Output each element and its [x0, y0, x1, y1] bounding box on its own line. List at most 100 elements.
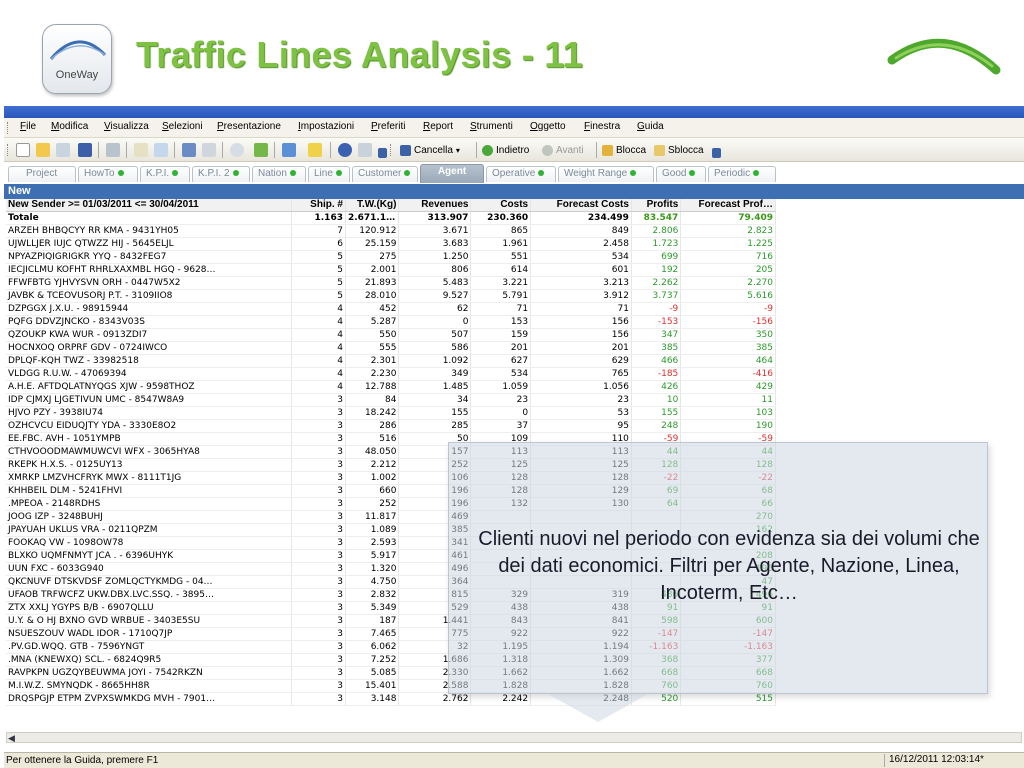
status-help-text: Per ottenere la Guida, premere F1 — [6, 755, 159, 766]
status-dot-icon — [630, 170, 637, 177]
tab-periodic[interactable]: Periodic — [708, 166, 776, 182]
star-icon[interactable] — [308, 143, 322, 157]
indietro-button[interactable]: Indietro — [482, 142, 529, 158]
menu-impostazioni[interactable]: Impostazioni — [298, 121, 354, 132]
table-row[interactable]: A.H.E. AFTDQLATNYQGS XJW - 9598THOZ 4 12.7… — [6, 380, 776, 394]
grid-total-row[interactable]: Totale 1.163 2.671.178 313.907 230.360 234.49… — [6, 211, 776, 225]
redo-icon[interactable] — [202, 143, 216, 157]
cell-name: QKCNUVF DTSKVDSF ZOMLQCTYKMDG - 04… — [6, 575, 293, 589]
table-row[interactable]: UJWLLJER IUJC QTWZZ HIJ - 5645ELJL 6 25.15… — [6, 237, 776, 251]
sheet-tabs: Project HowTo K.P.I. K.P.I. 2 Nation Lin… — [4, 164, 1024, 184]
table-row[interactable]: OZHCVCU EIDUQJTY YDA - 3330E8O2 3 286 285 37… — [6, 419, 776, 433]
table-row[interactable]: QZOUKP KWA WUR - 0913ZDI7 4 550 507 159 156 34… — [6, 328, 776, 342]
menu-finestra[interactable]: Finestra — [584, 121, 620, 132]
table-row[interactable]: JAVBK & TCEOVUSORJ P.T. - 3109IIO8 5 28.01… — [6, 289, 776, 303]
tab-operative[interactable]: Operative — [486, 166, 556, 182]
cell-value: 534 — [530, 250, 632, 264]
tab-weight-range[interactable]: Weight Range — [558, 166, 654, 182]
column-header-name[interactable]: New Sender >= 01/03/2011 <= 30/04/2011 — [6, 199, 293, 212]
edit-icon[interactable] — [134, 143, 148, 157]
tab-line[interactable]: Line — [308, 166, 350, 182]
save-icon[interactable] — [78, 143, 92, 157]
menu-visualizza[interactable]: Visualizza — [104, 121, 149, 132]
menu-strumenti[interactable]: Strumenti — [470, 121, 513, 132]
tab-nation[interactable]: Nation — [252, 166, 306, 182]
chevron-down-icon: ▾ — [455, 145, 460, 155]
table-row[interactable]: PQFG DDVZJNCKO - 8343V03S 4 5.287 0 153 156 -1… — [6, 315, 776, 329]
menu-guida[interactable]: Guida — [637, 121, 664, 132]
table-row[interactable]: FFWFBTG YJHVYSVN ORH - 0447W5X2 5 21.893 5.… — [6, 276, 776, 290]
toolbar-overflow-icon[interactable] — [378, 148, 387, 158]
new-icon[interactable] — [16, 143, 30, 157]
cell-name: DRQSPGJP ETPM ZVPXSWMKDG MVH - 7901… — [6, 692, 293, 706]
cell-value: 699 — [631, 250, 682, 264]
callout-pointer — [548, 694, 648, 722]
cell-value: 230.360 — [470, 211, 532, 225]
tab-project[interactable]: Project — [8, 166, 76, 182]
table-row[interactable]: ARZEH BHBQCYY RR KMA - 9431YH05 7 120.912 3… — [6, 224, 776, 238]
table-row[interactable]: HJVO PZY - 3938IU74 3 18.242 155 0 53 155 103 — [6, 406, 776, 420]
column-header[interactable]: Forecast Prof… — [680, 199, 776, 212]
cell-value: 187 — [345, 614, 400, 628]
cell-value: 15.401 — [345, 679, 400, 693]
menu-report[interactable]: Report — [423, 121, 453, 132]
cell-value: 3 — [291, 432, 346, 446]
toolbar-overflow-icon[interactable] — [712, 148, 721, 158]
undo-icon[interactable] — [182, 143, 196, 157]
table-row[interactable]: IDP CJMXJ LJGETIVUN UMC - 8547W8A9 3 84 34 2… — [6, 393, 776, 407]
table-row[interactable]: IECJICLMU KOFHT RHRLXAXMBL HGQ - 9628… 5 2… — [6, 263, 776, 277]
cell-value: 2.806 — [631, 224, 682, 238]
context-help-icon[interactable] — [358, 143, 372, 157]
scroll-left-icon[interactable]: ◀ — [8, 733, 15, 744]
table-row[interactable]: NPYAZPIQIGRIGKR YYQ - 8432FEG7 5 275 1.250 5… — [6, 250, 776, 264]
copy-icon[interactable] — [154, 143, 168, 157]
column-header[interactable]: Profits — [631, 199, 682, 212]
column-header[interactable]: Revenues — [398, 199, 472, 212]
cell-value: 201 — [470, 341, 532, 355]
tab-kpi[interactable]: K.P.I. — [140, 166, 190, 182]
menu-presentazione[interactable]: Presentazione — [217, 121, 281, 132]
menu-modifica[interactable]: Modifica — [51, 121, 88, 132]
check-icon[interactable] — [254, 143, 268, 157]
cell-value: 286 — [345, 419, 400, 433]
blocca-button[interactable]: Blocca — [602, 142, 646, 158]
status-dot-icon — [689, 170, 696, 177]
cell-name: CTHVOOODMAWMUWCVI WFX - 3065HYA8 — [6, 445, 293, 459]
cell-value: 23 — [470, 393, 532, 407]
cancella-button[interactable]: Cancella ▾ — [400, 142, 460, 158]
menu-preferiti[interactable]: Preferiti — [371, 121, 405, 132]
table-row[interactable]: DZPGGX J.X.U. - 98915944 4 452 62 71 71 -9 -9 — [6, 302, 776, 316]
search-icon[interactable] — [230, 143, 244, 157]
chart-icon[interactable] — [282, 143, 296, 157]
refresh-icon[interactable] — [56, 143, 70, 157]
column-header[interactable]: Ship. # — [291, 199, 346, 212]
column-header[interactable]: Costs — [470, 199, 532, 212]
help-icon[interactable] — [338, 143, 352, 157]
cell-name: XMRKP LMZVHCFRYK MWX - 8111T1JG — [6, 471, 293, 485]
avanti-button[interactable]: Avanti — [542, 142, 584, 158]
tab-customer[interactable]: Customer — [352, 166, 418, 182]
table-row[interactable]: VLDGG R.U.W. - 47069394 4 2.230 349 534 765 -1… — [6, 367, 776, 381]
tab-good[interactable]: Good — [656, 166, 706, 182]
column-header[interactable]: T.W.(Kg) — [345, 199, 400, 212]
tab-kpi-2[interactable]: K.P.I. 2 — [192, 166, 250, 182]
table-row[interactable]: HOCNXOQ ORPRF GDV - 0724IWCO 4 555 586 201 20… — [6, 341, 776, 355]
open-folder-icon[interactable] — [36, 143, 50, 157]
cell-value: 11 — [680, 393, 776, 407]
tab-howto[interactable]: HowTo — [78, 166, 138, 182]
menu-oggetto[interactable]: Oggetto — [530, 121, 566, 132]
menu-selezioni[interactable]: Selezioni — [162, 121, 203, 132]
menu-file[interactable]: File — [20, 121, 36, 132]
cell-value: 627 — [470, 354, 532, 368]
sblocca-button[interactable]: Sblocca — [654, 142, 704, 158]
cell-value: 3 — [291, 523, 346, 537]
horizontal-scrollbar[interactable]: ◀ — [6, 732, 1022, 743]
table-row[interactable]: DRQSPGJP ETPM ZVPXSWMKDG MVH - 7901… 3 3.1… — [6, 692, 776, 706]
tab-agent[interactable]: Agent — [420, 164, 484, 183]
grid-header-row[interactable]: New Sender >= 01/03/2011 <= 30/04/2011 Sh… — [6, 199, 776, 212]
table-row[interactable]: DPLQF-KQH TWZ - 33982518 4 2.301 1.092 627 62… — [6, 354, 776, 368]
cell-name: U.Y. & O HJ BXNO GVD WRBUE - 3403E5SU — [6, 614, 293, 628]
column-header[interactable]: Forecast Costs — [530, 199, 632, 212]
print-icon[interactable] — [106, 143, 120, 157]
cell-name: FOOKAQ VW - 1098OW78 — [6, 536, 293, 550]
